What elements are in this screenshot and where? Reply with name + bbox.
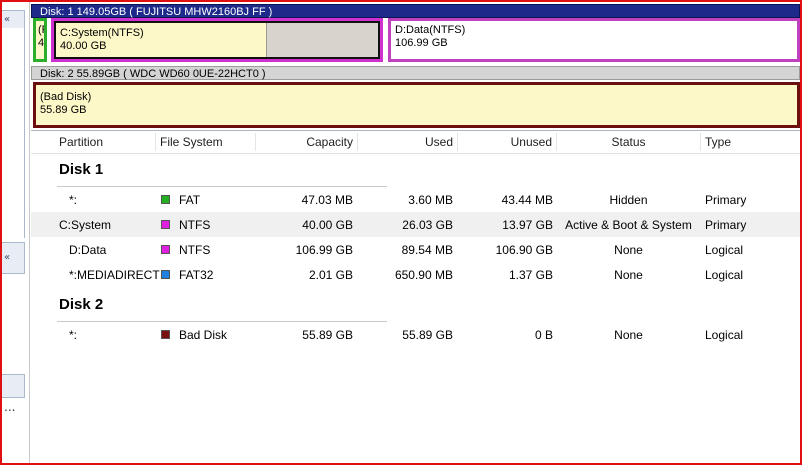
- column-header-file-system[interactable]: File System: [160, 135, 223, 149]
- disk1-header[interactable]: Disk: 1 149.05GB ( FUJITSU MHW2160BJ FF …: [31, 4, 800, 18]
- disk1-partition-fat[interactable]: (F 4: [33, 18, 47, 62]
- cell-status: Active & Boot & System: [565, 218, 692, 232]
- partition-size: 4: [38, 37, 45, 49]
- column-header-partition[interactable]: Partition: [59, 135, 103, 149]
- chevron-collapse-icon[interactable]: «: [4, 15, 10, 25]
- column-header-unused[interactable]: Unused: [458, 135, 552, 149]
- cell-unused: 13.97 GB: [502, 218, 553, 232]
- cell-type: Logical: [705, 328, 744, 342]
- column-header-status[interactable]: Status: [557, 135, 700, 149]
- column-header-capacity[interactable]: Capacity: [256, 135, 353, 149]
- cell-file-system: FAT: [179, 193, 201, 207]
- group-title-disk2: Disk 2: [59, 296, 104, 313]
- disk1-partition-c-system[interactable]: C:System(NTFS) 40.00 GB: [51, 18, 383, 62]
- table-row[interactable]: *:MEDIADIRECT FAT32 2.01 GB 650.90 MB 1.…: [31, 262, 800, 287]
- fs-color-swatch: [161, 220, 170, 229]
- free-space-bar: [266, 23, 378, 57]
- sidebar-panel-header-1[interactable]: «: [2, 10, 25, 30]
- cell-file-system: NTFS: [179, 218, 211, 232]
- cell-capacity: 47.03 MB: [301, 193, 353, 207]
- cell-partition: *:: [69, 328, 78, 342]
- cell-partition: C:System: [59, 218, 112, 232]
- table-row[interactable]: D:Data NTFS 106.99 GB 89.54 MB 106.90 GB…: [31, 237, 800, 262]
- splitter[interactable]: [26, 2, 30, 463]
- column-header-type[interactable]: Type: [705, 135, 731, 149]
- cell-used: 26.03 GB: [402, 218, 453, 232]
- cell-unused: 1.37 GB: [508, 268, 553, 282]
- cell-type: Logical: [705, 268, 744, 282]
- cell-status: None: [614, 243, 643, 257]
- cell-partition: *:MEDIADIRECT: [69, 268, 160, 282]
- table-row[interactable]: C:System NTFS 40.00 GB 26.03 GB 13.97 GB…: [31, 212, 800, 237]
- disk1-partition-d-data[interactable]: D:Data(NTFS) 106.99 GB: [388, 18, 800, 62]
- cell-partition: D:Data: [69, 243, 107, 257]
- cell-capacity: 106.99 GB: [295, 243, 353, 257]
- table-header: Partition File System Capacity Used Unus…: [31, 131, 800, 154]
- partition-label: D:Data(NTFS): [395, 24, 466, 36]
- partition-label: (F: [38, 24, 44, 36]
- fs-color-swatch: [161, 195, 170, 204]
- partition-size: 106.99 GB: [395, 37, 448, 49]
- disk2-partition-bad[interactable]: (Bad Disk) 55.89 GB: [33, 82, 800, 128]
- partition-size: 40.00 GB: [60, 40, 107, 52]
- cell-used: 55.89 GB: [402, 328, 453, 342]
- partition-label: C:System(NTFS): [60, 27, 144, 39]
- cell-type: Primary: [705, 193, 747, 207]
- partition-size: 55.89 GB: [40, 104, 87, 116]
- cell-status: None: [614, 328, 643, 342]
- sidebar-more-text: ...: [4, 400, 16, 414]
- fs-color-swatch: [161, 245, 170, 254]
- table-row[interactable]: *: Bad Disk 55.89 GB 55.89 GB 0 B None L…: [31, 322, 800, 347]
- partition-selection-outline: C:System(NTFS) 40.00 GB: [54, 21, 380, 59]
- sidebar-panel-body-1: [2, 28, 25, 238]
- fs-color-swatch: [161, 330, 170, 339]
- cell-type: Primary: [705, 218, 747, 232]
- disk2-map: (Bad Disk) 55.89 GB: [31, 80, 800, 128]
- cell-status: Hidden: [609, 193, 648, 207]
- cell-used: 89.54 MB: [401, 243, 453, 257]
- cell-file-system: NTFS: [179, 243, 211, 257]
- cell-file-system: FAT32: [179, 268, 214, 282]
- chevron-collapse-icon[interactable]: «: [4, 253, 10, 263]
- cell-partition: *:: [69, 193, 78, 207]
- partition-table: Partition File System Capacity Used Unus…: [31, 130, 800, 464]
- cell-unused: 43.44 MB: [501, 193, 553, 207]
- disk1-map: (F 4 C:System(NTFS) 40.00 GB D:Data(NTFS…: [31, 18, 800, 64]
- cell-used: 650.90 MB: [394, 268, 453, 282]
- cell-file-system: Bad Disk: [179, 328, 228, 342]
- partition-label: (Bad Disk): [40, 91, 92, 103]
- cell-type: Logical: [705, 243, 744, 257]
- cell-unused: 106.90 GB: [495, 243, 553, 257]
- fs-color-swatch: [161, 270, 170, 279]
- sidebar-panel-header-2[interactable]: «: [2, 242, 25, 274]
- cell-capacity: 2.01 GB: [308, 268, 353, 282]
- cell-unused: 0 B: [534, 328, 553, 342]
- table-row[interactable]: *: FAT 47.03 MB 3.60 MB 43.44 MB Hidden …: [31, 187, 800, 212]
- cell-status: None: [614, 268, 643, 282]
- disk2-header[interactable]: Disk: 2 55.89GB ( WDC WD60 0UE-22HCT0 ): [31, 66, 800, 80]
- cell-capacity: 40.00 GB: [302, 218, 353, 232]
- cell-used: 3.60 MB: [408, 193, 453, 207]
- left-sidebar: « « ...: [2, 2, 27, 463]
- sidebar-panel-header-3[interactable]: [2, 374, 25, 398]
- column-header-used[interactable]: Used: [358, 135, 453, 149]
- cell-capacity: 55.89 GB: [302, 328, 353, 342]
- group-title-disk1: Disk 1: [59, 161, 104, 178]
